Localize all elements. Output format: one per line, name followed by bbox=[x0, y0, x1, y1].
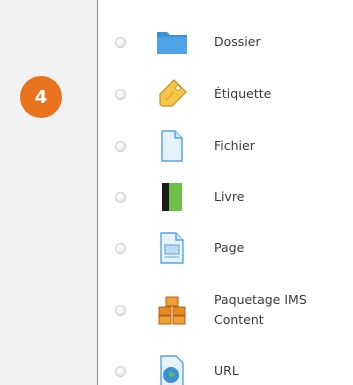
module-option-fichier[interactable]: Fichier bbox=[98, 123, 353, 169]
url-globe-icon bbox=[156, 355, 188, 385]
module-label: URL bbox=[214, 363, 239, 378]
activity-resource-list: Dossier Étiquette Fichier Livre Page Paq… bbox=[97, 0, 353, 385]
radio-button[interactable] bbox=[115, 191, 126, 203]
module-option-etiquette[interactable]: Étiquette bbox=[98, 71, 353, 117]
radio-button[interactable] bbox=[115, 242, 126, 254]
module-label: Étiquette bbox=[214, 86, 272, 101]
book-icon bbox=[156, 181, 188, 213]
page-icon bbox=[156, 232, 188, 264]
module-label: Dossier bbox=[214, 34, 261, 49]
module-label: Paquetage IMS Content bbox=[214, 292, 307, 327]
radio-button[interactable] bbox=[115, 88, 126, 100]
module-option-livre[interactable]: Livre bbox=[98, 174, 353, 220]
module-label: Page bbox=[214, 240, 245, 255]
module-label: Fichier bbox=[214, 138, 255, 153]
radio-button[interactable] bbox=[115, 304, 126, 316]
file-icon bbox=[156, 130, 188, 162]
module-option-url[interactable]: URL bbox=[98, 348, 353, 385]
folder-icon bbox=[156, 26, 188, 58]
radio-button[interactable] bbox=[115, 36, 126, 48]
radio-button[interactable] bbox=[115, 140, 126, 152]
module-option-paquetage-ims[interactable]: Paquetage IMS Content bbox=[98, 287, 353, 333]
module-label: Livre bbox=[214, 189, 245, 204]
ims-package-icon bbox=[156, 294, 188, 326]
step-number-badge: 4 bbox=[20, 76, 62, 118]
label-tag-icon bbox=[156, 78, 188, 110]
radio-button[interactable] bbox=[115, 365, 126, 377]
module-option-dossier[interactable]: Dossier bbox=[98, 19, 353, 65]
module-option-page[interactable]: Page bbox=[98, 225, 353, 271]
